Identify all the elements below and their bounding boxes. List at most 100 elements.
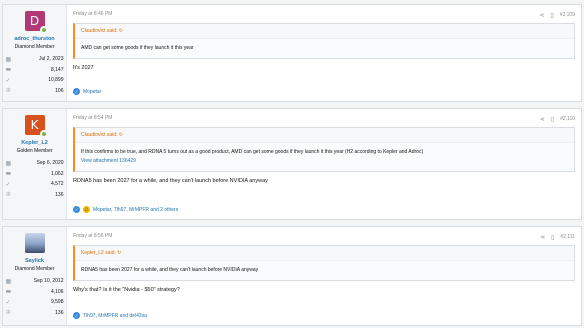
- reactions-value: 10,899: [48, 77, 64, 84]
- thumbs-up-icon: ✓: [5, 180, 11, 188]
- post-time[interactable]: Friday at 8:54 PM: [73, 115, 112, 123]
- haha-reaction-icon: ☺: [83, 206, 90, 213]
- joined-value: Jul 2, 2023: [39, 56, 64, 63]
- reactions-bar[interactable]: ✓ ☺ Mopetar, Tlh97, MrMPFR and 2 others: [73, 206, 178, 213]
- stat-joined: ▦ Sep 10, 2012: [6, 276, 64, 287]
- username[interactable]: adroc_thurston: [14, 36, 54, 42]
- messages-value: 1,062: [50, 170, 64, 177]
- thumbs-up-icon: ✓: [5, 298, 11, 306]
- post-meta: Friday at 8:54 PM ⋖ ▯ #2,110: [73, 115, 575, 123]
- user-panel: Saylick Diamond Member ▦ Sep 10, 2012 ▬ 4,…: [3, 227, 67, 325]
- quote-author[interactable]: Claudiovict said:: [81, 28, 117, 34]
- quote-body: AMD can get some goods if they launch it…: [81, 45, 194, 51]
- post: Saylick Diamond Member ▦ Sep 10, 2012 ▬ 4,…: [2, 226, 582, 326]
- stat-messages: ▬ 4,106: [6, 287, 64, 298]
- joined-value: Sep 10, 2012: [33, 278, 64, 285]
- points-value: 136: [55, 309, 64, 316]
- bookmark-icon[interactable]: ▯: [551, 116, 554, 123]
- messages-value: 8,147: [50, 66, 64, 73]
- stat-points: ♔ 136: [6, 190, 64, 201]
- post-number[interactable]: #2,109: [560, 12, 575, 18]
- avatar[interactable]: [24, 233, 45, 253]
- post-message: RDNA5 has been 2027 for a while, and the…: [73, 178, 268, 184]
- post-message: Why's that? Is it the "Nvidia - $50" str…: [73, 287, 180, 293]
- quote-author[interactable]: Claudiovict said:: [81, 132, 117, 138]
- post-number[interactable]: #2,111: [560, 234, 575, 240]
- user-title: Diamond Member: [14, 266, 55, 272]
- stat-joined: ▦ Jul 2, 2023: [6, 54, 64, 65]
- jump-arrow-icon[interactable]: ↻: [119, 28, 123, 34]
- quote-header[interactable]: Claudiovict said: ↻: [75, 128, 574, 143]
- post-time[interactable]: Friday at 8:46 PM: [73, 11, 112, 19]
- stat-joined: ▦ Sep 6, 2020: [6, 158, 64, 169]
- stat-reactions: ✓ 9,598: [6, 297, 64, 308]
- user-title: Golden Member: [16, 148, 53, 154]
- messages-icon: ▬: [5, 288, 12, 296]
- points-value: 106: [55, 87, 64, 94]
- post-meta: Friday at 8:56 PM ⋖ ▯ #2,111: [73, 233, 575, 241]
- quote-header[interactable]: Claudiovict said: ↻: [75, 24, 574, 39]
- attachment-link[interactable]: View attachment 136429: [81, 157, 568, 166]
- reactions-list[interactable]: Mopetar, Tlh97, MrMPFR and 2 others: [93, 207, 178, 213]
- quote-author[interactable]: Kepler_L2 said:: [81, 250, 116, 256]
- bookmark-icon[interactable]: ▯: [550, 12, 553, 19]
- jump-arrow-icon[interactable]: ↻: [117, 250, 121, 256]
- reactions-bar[interactable]: ✓ Mopetar: [73, 88, 101, 95]
- reactions-list[interactable]: Tlh97, MrMPFR and del42sa: [83, 313, 147, 319]
- post: K Kepler_L2 Golden Member ▦ Sep 6, 2020 ▬…: [2, 108, 582, 220]
- stat-reactions: ✓ 10,899: [6, 75, 64, 86]
- quote-header[interactable]: Kepler_L2 said: ↻: [75, 246, 574, 261]
- share-icon[interactable]: ⋖: [540, 116, 545, 123]
- stat-messages: ▬ 8,147: [6, 65, 64, 76]
- post-time[interactable]: Friday at 8:56 PM: [73, 233, 112, 241]
- online-indicator: [39, 130, 48, 138]
- avatar[interactable]: K: [24, 115, 48, 138]
- quote-block: Claudiovict said: ↻ If this confirms to …: [73, 127, 575, 172]
- avatar[interactable]: D: [24, 11, 48, 34]
- post-message: It's 2027: [73, 65, 94, 71]
- stat-reactions: ✓ 4,572: [6, 179, 64, 190]
- stat-messages: ▬ 1,062: [6, 169, 64, 180]
- stat-points: ♔ 136: [6, 308, 64, 319]
- username[interactable]: Saylick: [25, 258, 44, 264]
- share-icon[interactable]: ⋖: [539, 12, 544, 19]
- messages-icon: ▬: [5, 170, 12, 178]
- reactions-bar[interactable]: ✓ Tlh97, MrMPFR and del42sa: [73, 312, 147, 319]
- bookmark-icon[interactable]: ▯: [551, 234, 554, 241]
- post: D adroc_thurston Diamond Member ▦ Jul 2, …: [2, 4, 582, 102]
- calendar-icon: ▦: [5, 55, 12, 63]
- joined-value: Sep 6, 2020: [36, 160, 64, 167]
- post-meta: Friday at 8:46 PM ⋖ ▯ #2,109: [73, 11, 575, 19]
- user-title: Diamond Member: [14, 44, 55, 50]
- thumbs-up-icon: ✓: [5, 76, 11, 84]
- trophy-icon: ♔: [5, 309, 11, 317]
- username[interactable]: Kepler_L2: [21, 140, 48, 146]
- post-main: Friday at 8:46 PM ⋖ ▯ #2,109 Claudiovict s…: [67, 5, 581, 101]
- quote-block: Claudiovict said: ↻ AMD can get some goo…: [73, 23, 575, 59]
- post-main: Friday at 8:56 PM ⋖ ▯ #2,111 Kepler_L2 sai…: [67, 227, 581, 325]
- like-reaction-icon: ✓: [73, 312, 80, 319]
- user-stats: ▦ Sep 6, 2020 ▬ 1,062 ✓ 4,572 ♔ 136: [6, 158, 64, 200]
- online-indicator: [39, 26, 48, 34]
- reactions-list[interactable]: Mopetar: [83, 89, 101, 95]
- messages-value: 4,106: [50, 288, 64, 295]
- share-icon[interactable]: ⋖: [540, 234, 545, 241]
- avatar-letter: D: [29, 14, 40, 28]
- avatar-letter: K: [30, 118, 39, 132]
- stat-points: ♔ 106: [6, 86, 64, 97]
- quote-body: RDNA5 has been 2027 for a while, and the…: [81, 267, 259, 273]
- user-panel: K Kepler_L2 Golden Member ▦ Sep 6, 2020 ▬…: [3, 109, 67, 219]
- user-panel: D adroc_thurston Diamond Member ▦ Jul 2, …: [3, 5, 67, 101]
- user-stats: ▦ Sep 10, 2012 ▬ 4,106 ✓ 9,598 ♔ 136: [6, 276, 64, 318]
- quote-block: Kepler_L2 said: ↻ RDNA5 has been 2027 fo…: [73, 245, 575, 281]
- trophy-icon: ♔: [5, 87, 11, 95]
- points-value: 136: [55, 191, 64, 198]
- jump-arrow-icon[interactable]: ↻: [119, 132, 123, 138]
- reactions-value: 9,598: [50, 299, 64, 306]
- post-main: Friday at 8:54 PM ⋖ ▯ #2,110 Claudiovict s…: [67, 109, 581, 219]
- post-number[interactable]: #2,110: [560, 116, 575, 122]
- like-reaction-icon: ✓: [73, 88, 80, 95]
- user-stats: ▦ Jul 2, 2023 ▬ 8,147 ✓ 10,899 ♔ 106: [6, 54, 64, 96]
- quote-text: If this confirms to be true, and RDNA 5 …: [81, 149, 424, 155]
- reactions-value: 4,572: [50, 181, 64, 188]
